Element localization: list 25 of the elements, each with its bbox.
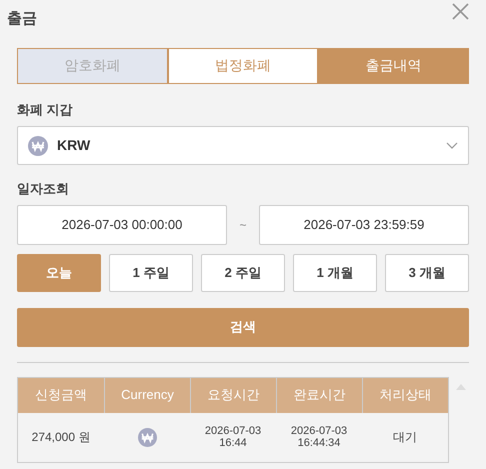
table-cell-text: 대기: [392, 429, 418, 446]
window-title: 출금: [7, 9, 37, 29]
table-cell-text: 2026-07-03 16:44: [204, 424, 262, 451]
field-label: 화폐 지갑: [17, 100, 74, 118]
end-date-field[interactable]: 2026-07-03 23:59:59: [259, 204, 469, 244]
period-button[interactable]: 1 주일: [109, 254, 193, 292]
column-header: 완료시간: [276, 378, 362, 412]
column-header: 요청시간: [190, 378, 276, 412]
dropdown-value: KRW: [57, 136, 92, 155]
period-button[interactable]: 3 개월: [385, 254, 469, 292]
column-header: Currency: [104, 378, 190, 412]
period-button[interactable]: 1 개월: [293, 254, 377, 292]
period-button[interactable]: 2 주일: [201, 254, 285, 292]
table-cell-text: 2026-07-03 16:44:34: [290, 424, 348, 451]
table-cell-text: 274,000 원: [30, 429, 92, 446]
close-icon[interactable]: [452, 3, 469, 20]
start-date-field[interactable]: 2026-07-03 00:00:00: [17, 204, 227, 244]
column-header: 신청금액: [34, 386, 88, 404]
field-label: 일자조회: [17, 180, 70, 198]
chevron-down-icon: [446, 142, 458, 149]
won-coin-icon: [138, 428, 156, 446]
range-separator: ~: [238, 216, 248, 234]
wallet-dropdown[interactable]: KRW: [17, 126, 469, 165]
column-header: 처리상태: [362, 378, 448, 412]
won-coin-icon: [28, 136, 48, 156]
